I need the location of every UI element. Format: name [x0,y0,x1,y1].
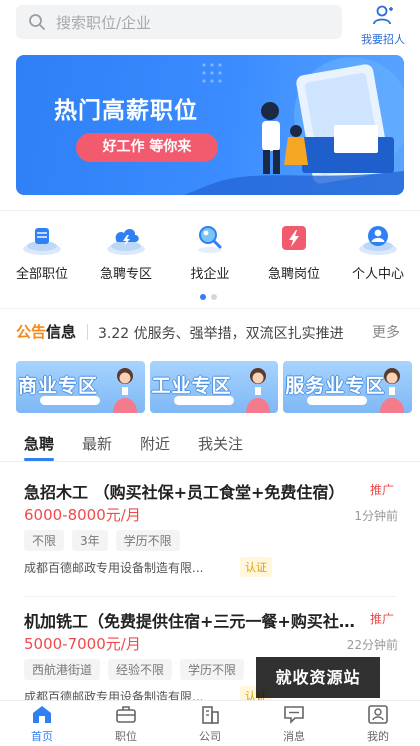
carousel-indicator [200,294,217,300]
carousel-dot-active [200,294,206,300]
category-label: 全部职位 [15,267,68,282]
database-icon [23,228,61,255]
notice-tag-highlight: 公告 [16,323,47,341]
job-salary: 5000-7000元/月 [24,635,141,653]
search-icon [198,226,222,253]
zone-label: 商业专区 [18,375,99,397]
tab-latest[interactable]: 最新 [82,424,112,461]
company-name: 成都百德邮政专用设备制造有限... [24,561,204,575]
category-label: 急聘专区 [99,267,152,282]
job-salary: 6000-8000元/月 [24,506,141,524]
zone-subbar [173,396,234,405]
message-icon [284,706,304,724]
nav-messages[interactable]: 消息 [252,701,336,746]
promo-badge: 推广 [370,612,395,626]
job-tag: 西航港街道 [24,659,101,680]
nav-jobs[interactable]: 职位 [84,701,168,746]
nav-label: 我的 [367,730,389,743]
zone-label: 工业专区 [151,375,232,397]
job-tags: 西航港街道 经验不限 学历不限 [24,659,245,680]
banner-title: 热门高薪职位 [54,98,198,124]
section-divider [0,210,420,211]
bottom-nav: 首页 职位 公司 消息 我的 [0,700,420,746]
search-icon [29,14,45,30]
notice-bar[interactable]: 公告信息 3.22 优服务、强举措，双流区扎实推进 更多 [0,315,420,349]
woman-illustration [380,368,405,413]
zone-subbar [40,396,100,405]
banner-pill: 好工作 等你来 [76,133,218,162]
tab-urgent[interactable]: 急聘 [24,424,55,461]
job-tag: 不限 [24,530,65,551]
nav-company[interactable]: 公司 [168,701,252,746]
search-input[interactable]: 搜索职位/企业 [16,5,342,39]
cloud-lightning-icon [107,229,145,255]
zone-cards: 商业专区 工业专区 服务业专区 [16,361,413,413]
category-label: 个人中心 [351,267,404,282]
nav-profile[interactable]: 我的 [336,701,420,746]
office-illustration [184,57,404,195]
top-bar: 搜索职位/企业 我要招人 [0,0,420,46]
zone-commerce[interactable]: 商业专区 [16,361,145,413]
building-icon [202,706,219,724]
recruit-button[interactable]: 我要招人 [352,2,414,46]
user-icon [359,226,397,255]
category-grid: 全部职位 急聘专区 找企业 急聘岗位 个人中心 [0,222,420,288]
nav-label: 公司 [199,730,221,743]
notice-text: 3.22 优服务、强举措，双流区扎实推进 [98,326,344,342]
verified-badge: 认证 [240,557,272,577]
category-urgent-posts[interactable]: 急聘岗位 [252,222,336,288]
recruit-label: 我要招人 [361,33,405,46]
nav-label: 职位 [115,730,137,743]
category-find-company[interactable]: 找企业 [168,222,252,288]
search-placeholder: 搜索职位/企业 [56,13,152,32]
promo-badge: 推广 [370,483,395,497]
section-divider [0,308,420,309]
user-plus-icon [373,5,393,25]
job-tag: 学历不限 [180,659,245,680]
job-time: 22分钟前 [346,638,398,652]
carousel-dot [211,294,217,300]
category-urgent-zone[interactable]: 急聘专区 [84,222,168,288]
category-profile[interactable]: 个人中心 [336,222,420,288]
zone-service[interactable]: 服务业专区 [283,361,413,413]
woman-illustration [246,368,271,413]
nav-label: 首页 [31,730,53,743]
tab-following[interactable]: 我关注 [198,424,243,461]
job-tabs: 急聘 最新 附近 我关注 [0,424,420,462]
notice-separator [87,324,88,340]
job-tag: 3年 [72,530,108,551]
job-tag: 学历不限 [115,530,180,551]
job-tag: 经验不限 [108,659,173,680]
watermark-overlay: 就收资源站 [256,657,380,698]
nav-label: 消息 [283,730,305,743]
job-card[interactable]: 急招木工 （购买社保+员工食堂+免费住宿） 推广 6000-8000元/月 1分… [0,479,420,591]
briefcase-icon [116,706,136,723]
category-all-jobs[interactable]: 全部职位 [0,222,84,288]
notice-more-link[interactable]: 更多 [372,322,400,342]
profile-icon [368,705,388,724]
row-divider [24,596,396,597]
zone-subbar [307,396,368,405]
job-title: 急招木工 （购买社保+员工食堂+免费住宿） [24,483,345,502]
zone-industry[interactable]: 工业专区 [149,361,279,413]
woman-illustration [112,368,137,413]
hero-banner[interactable]: 热门高薪职位 好工作 等你来 [16,55,404,195]
job-title: 机加铣工（免费提供住宿+三元一餐+购买社保） [24,612,362,631]
job-time: 1分钟前 [354,509,398,523]
notice-tag-text: 信息 [46,323,77,341]
job-tags: 不限 3年 学历不限 [24,530,180,551]
lightning-icon [282,226,306,250]
home-icon [33,706,51,723]
nav-home[interactable]: 首页 [0,701,84,746]
tab-nearby[interactable]: 附近 [140,424,170,461]
category-label: 急聘岗位 [267,267,320,282]
notice-tag: 公告信息 [16,321,76,342]
category-label: 找企业 [190,267,230,282]
zone-label: 服务业专区 [285,375,386,397]
